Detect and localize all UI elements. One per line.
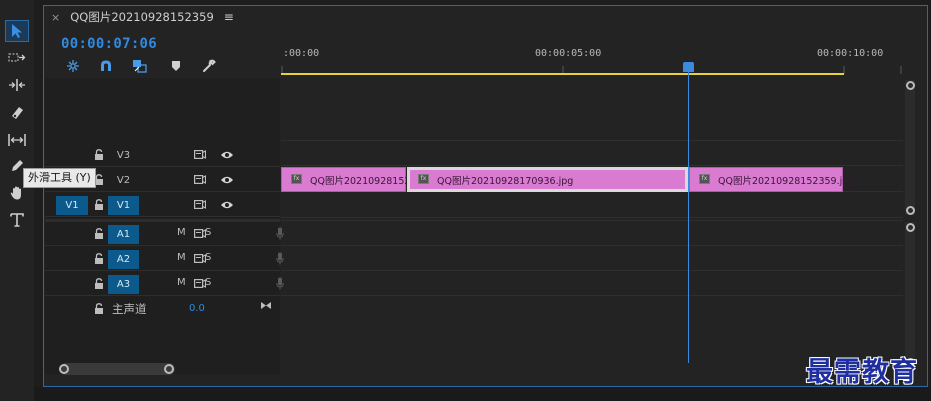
fx-badge-icon: fx (418, 174, 429, 184)
horizontal-zoom-scrollbar[interactable] (60, 363, 175, 375)
zoom-handle-left[interactable] (59, 364, 69, 374)
ruler-label-5s: 00:00:05:00 (535, 48, 602, 59)
type-icon (10, 213, 24, 227)
track-name-a2[interactable]: A2 (108, 250, 139, 269)
lock-icon[interactable] (94, 303, 104, 314)
clip-label: QQ图片20210928152 (310, 176, 411, 187)
ripple-edit-tool-button[interactable] (5, 74, 29, 96)
clip-2-selected[interactable]: fx QQ图片20210928170936.jpg (407, 167, 688, 192)
audio-vertical-scrollbar[interactable] (905, 222, 915, 370)
sync-lock-film-icon[interactable] (194, 175, 206, 184)
sequence-title: QQ图片20210928152359 (70, 10, 214, 24)
selection-arrow-icon (12, 24, 22, 38)
scroll-handle-top[interactable] (906, 81, 915, 90)
type-tool-button[interactable] (5, 209, 29, 231)
selection-tool-button[interactable] (5, 20, 29, 42)
panel-menu-icon[interactable]: ≡ (224, 10, 234, 24)
playhead-timecode[interactable]: 00:00:07:06 (61, 36, 157, 52)
sync-lock-film-icon[interactable] (194, 150, 206, 159)
clip-1[interactable]: fx QQ图片20210928152 (281, 167, 410, 192)
slip-tool-button[interactable] (5, 129, 29, 151)
voice-over-mic-icon[interactable] (276, 227, 284, 240)
toggle-output-eye-icon[interactable] (220, 150, 234, 160)
lock-icon[interactable] (94, 199, 104, 210)
lock-icon[interactable] (94, 278, 104, 289)
add-marker-button[interactable] (168, 58, 184, 74)
lock-icon[interactable] (94, 149, 104, 160)
work-area-bar[interactable] (281, 73, 844, 75)
track-name-v2[interactable]: V2 (108, 171, 139, 190)
timeline-settings-button[interactable] (201, 58, 217, 74)
playhead-handle[interactable] (683, 62, 694, 72)
track-header-v1: V1 V1 (45, 193, 280, 217)
scroll-handle-top[interactable] (906, 223, 915, 232)
magnet-icon (101, 60, 111, 71)
lock-icon[interactable] (94, 253, 104, 264)
toggle-output-eye-icon[interactable] (220, 200, 234, 210)
track-header-a1: A1 M S (45, 222, 284, 246)
master-track-label: 主声道 (112, 302, 147, 316)
tools-panel (0, 0, 34, 401)
zoom-handle-right[interactable] (164, 364, 174, 374)
master-volume-value[interactable]: 0.0 (189, 303, 205, 314)
fx-badge-icon: fx (291, 174, 302, 184)
sequence-tab[interactable]: × QQ图片20210928152359 ≡ (51, 8, 234, 26)
lock-icon[interactable] (94, 228, 104, 239)
watermark-logo: 最需教育 (806, 357, 918, 388)
marker-icon (172, 61, 180, 71)
ruler-label-0: :00:00 (283, 48, 320, 59)
clip-label: QQ图片20210928152359.jpg (718, 176, 855, 187)
toggle-output-eye-icon[interactable] (220, 175, 234, 185)
solo-button[interactable]: S (205, 277, 211, 288)
track-name-v1[interactable]: V1 (108, 196, 139, 215)
close-tab-icon[interactable]: × (51, 11, 60, 24)
scroll-handle-bottom[interactable] (906, 206, 915, 215)
track-header-a2: A2 M S (45, 247, 284, 271)
track-header-v3: V3 (45, 143, 280, 167)
ripple-edit-icon (9, 79, 25, 91)
track-separators (281, 140, 903, 296)
track-name-a3[interactable]: A3 (108, 275, 139, 294)
razor-tool-button[interactable] (5, 102, 29, 124)
clip-3[interactable]: fx QQ图片20210928152359.jpg (689, 167, 854, 192)
mute-button[interactable]: M (177, 252, 186, 263)
voice-over-mic-icon[interactable] (276, 252, 284, 265)
tool-tooltip: 外滑工具 (Y) (23, 168, 96, 188)
status-bar (0, 387, 931, 401)
snap-button[interactable] (98, 58, 114, 74)
playhead-line[interactable] (688, 70, 689, 363)
source-patch-v1[interactable]: V1 (56, 196, 88, 215)
nest-icon (67, 60, 79, 72)
razor-icon (12, 107, 23, 119)
track-select-tool-button[interactable] (5, 47, 29, 69)
mute-button[interactable]: M (177, 227, 186, 238)
video-vertical-scrollbar[interactable] (905, 80, 915, 215)
track-select-icon (8, 53, 26, 62)
sync-lock-film-icon[interactable] (194, 200, 206, 209)
clip-label: QQ图片20210928170936.jpg (437, 176, 574, 187)
track-name-a1[interactable]: A1 (108, 225, 139, 244)
snap-in-sequence-button[interactable] (65, 58, 81, 74)
solo-button[interactable]: S (205, 252, 211, 263)
track-header-master: 主声道 0.0 (45, 297, 280, 321)
linked-selection-button[interactable] (132, 58, 148, 74)
go-to-pan-icon[interactable] (260, 301, 272, 310)
voice-over-mic-icon[interactable] (276, 277, 284, 290)
ruler-label-10s: 00:00:10:00 (817, 48, 884, 59)
linked-selection-icon (133, 60, 147, 73)
track-name-v3[interactable]: V3 (108, 146, 139, 165)
fx-badge-icon: fx (699, 174, 710, 184)
solo-button[interactable]: S (205, 227, 211, 238)
wrench-icon (203, 59, 216, 72)
mute-button[interactable]: M (177, 277, 186, 288)
track-header-a3: A3 M S (45, 272, 284, 296)
slip-icon (8, 134, 26, 146)
